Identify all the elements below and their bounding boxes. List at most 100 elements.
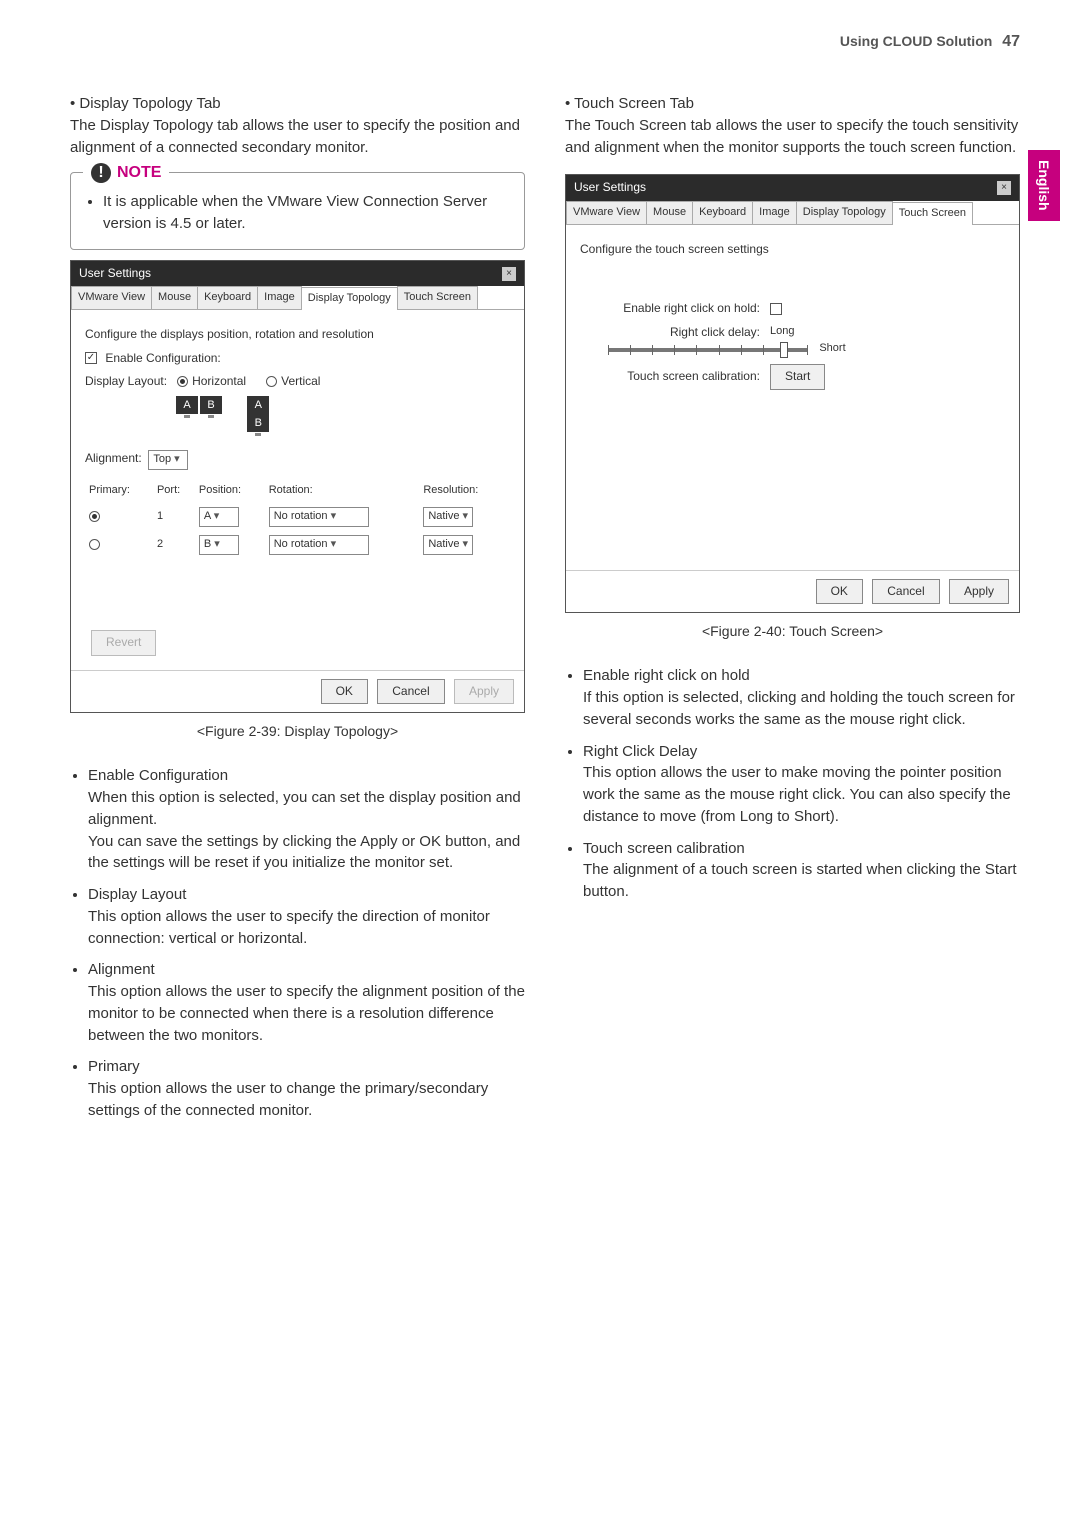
- display-topology-heading: Display Topology Tab: [70, 93, 525, 115]
- pt-enable-rclick-head: Enable right click on hold: [583, 667, 750, 684]
- horizontal-label: Horizontal: [192, 374, 246, 388]
- pt-enable-config-body1: When this option is selected, you can se…: [88, 789, 521, 828]
- enable-config-checkbox[interactable]: ✓: [85, 352, 97, 364]
- ok-button[interactable]: OK: [816, 579, 863, 604]
- touch-screen-intro: The Touch Screen tab allows the user to …: [565, 115, 1020, 159]
- touch-screen-heading: Touch Screen Tab: [565, 93, 1020, 115]
- dlg-instruction: Configure the touch screen settings: [580, 241, 1005, 258]
- monitor-b-icon: B: [200, 396, 222, 414]
- delay-short-label: Short: [819, 342, 845, 354]
- revert-button[interactable]: Revert: [91, 630, 156, 655]
- close-icon[interactable]: ×: [502, 267, 516, 281]
- port-2: 2: [155, 532, 195, 558]
- horizontal-radio[interactable]: [177, 376, 188, 387]
- start-button[interactable]: Start: [770, 364, 825, 389]
- pt-calibration-body: The alignment of a touch screen is start…: [583, 861, 1017, 900]
- pt-enable-config-body2: You can save the settings by clicking th…: [88, 833, 520, 872]
- rclick-delay-label: Right click delay:: [600, 324, 760, 341]
- monitor-a-icon: A: [176, 396, 198, 414]
- pt-rclick-delay-body: This option allows the user to make movi…: [583, 764, 1011, 825]
- th-primary: Primary:: [87, 480, 153, 502]
- tab-vmware-view[interactable]: VMware View: [71, 286, 152, 309]
- note-box: !NOTE It is applicable when the VMware V…: [70, 172, 525, 250]
- info-icon: !: [91, 163, 111, 183]
- pt-alignment-head: Alignment: [88, 961, 155, 978]
- pt-primary-head: Primary: [88, 1058, 140, 1075]
- tab-bar: VMware View Mouse Keyboard Image Display…: [566, 201, 1019, 225]
- apply-button[interactable]: Apply: [949, 579, 1009, 604]
- tab-mouse[interactable]: Mouse: [151, 286, 198, 309]
- calibration-label: Touch screen calibration:: [600, 368, 760, 385]
- page-header: Using CLOUD Solution 47: [70, 30, 1020, 53]
- position-select-1[interactable]: A: [199, 507, 239, 527]
- section-title: Using CLOUD Solution: [840, 33, 992, 49]
- vertical-radio[interactable]: [266, 376, 277, 387]
- pt-enable-rclick-body: If this option is selected, clicking and…: [583, 689, 1015, 728]
- tab-display-topology[interactable]: Display Topology: [301, 287, 398, 310]
- port-1: 1: [155, 504, 195, 530]
- resolution-select-2[interactable]: Native: [423, 535, 473, 555]
- close-icon[interactable]: ×: [997, 181, 1011, 195]
- resolution-select-1[interactable]: Native: [423, 507, 473, 527]
- right-column: Touch Screen Tab The Touch Screen tab al…: [565, 93, 1020, 1136]
- th-position: Position:: [197, 480, 265, 502]
- pt-primary-body: This option allows the user to change th…: [88, 1080, 488, 1119]
- cancel-button[interactable]: Cancel: [872, 579, 939, 604]
- tab-keyboard[interactable]: Keyboard: [692, 201, 753, 224]
- monitor-a-vert-icon: A: [247, 396, 269, 414]
- pt-display-layout-head: Display Layout: [88, 886, 186, 903]
- left-column: Display Topology Tab The Display Topolog…: [70, 93, 525, 1136]
- figure-caption-right: <Figure 2-40: Touch Screen>: [565, 621, 1020, 641]
- right-points-list: Enable right click on hold If this optio…: [565, 665, 1020, 903]
- tab-display-topology[interactable]: Display Topology: [796, 201, 893, 224]
- th-port: Port:: [155, 480, 195, 502]
- delay-long-label: Long: [770, 325, 794, 337]
- enable-rclick-checkbox[interactable]: [770, 303, 782, 315]
- tab-image[interactable]: Image: [257, 286, 302, 309]
- left-points-list: Enable Configuration When this option is…: [70, 765, 525, 1121]
- tab-touch-screen[interactable]: Touch Screen: [397, 286, 478, 309]
- tab-image[interactable]: Image: [752, 201, 797, 224]
- cancel-button[interactable]: Cancel: [377, 679, 444, 704]
- touch-screen-dialog: User Settings × VMware View Mouse Keyboa…: [565, 174, 1020, 613]
- monitor-b-vert-icon: B: [247, 414, 269, 432]
- pt-alignment-body: This option allows the user to specify t…: [88, 983, 525, 1044]
- dlg-instruction: Configure the displays position, rotatio…: [85, 326, 510, 343]
- tab-bar: VMware View Mouse Keyboard Image Display…: [71, 286, 524, 310]
- note-item: It is applicable when the VMware View Co…: [103, 191, 510, 235]
- tab-touch-screen[interactable]: Touch Screen: [892, 202, 973, 225]
- delay-slider[interactable]: [608, 348, 808, 352]
- rotation-select-1[interactable]: No rotation: [269, 507, 369, 527]
- display-topology-intro: The Display Topology tab allows the user…: [70, 115, 525, 159]
- primary-radio-2[interactable]: [89, 539, 100, 550]
- ok-button[interactable]: OK: [321, 679, 368, 704]
- display-topology-dialog: User Settings × VMware View Mouse Keyboa…: [70, 260, 525, 713]
- enable-config-label: Enable Configuration:: [105, 351, 220, 365]
- pt-rclick-delay-head: Right Click Delay: [583, 743, 697, 760]
- apply-button[interactable]: Apply: [454, 679, 514, 704]
- tab-mouse[interactable]: Mouse: [646, 201, 693, 224]
- language-tab: English: [1028, 150, 1060, 221]
- alignment-select[interactable]: Top: [148, 450, 188, 470]
- rotation-select-2[interactable]: No rotation: [269, 535, 369, 555]
- table-row: 2 B No rotation Native: [87, 532, 508, 558]
- th-resolution: Resolution:: [421, 480, 508, 502]
- display-table: Primary: Port: Position: Rotation: Resol…: [85, 478, 510, 560]
- pt-display-layout-body: This option allows the user to specify t…: [88, 908, 490, 947]
- dialog-title: User Settings: [79, 265, 151, 282]
- th-rotation: Rotation:: [267, 480, 420, 502]
- position-select-2[interactable]: B: [199, 535, 239, 555]
- figure-caption-left: <Figure 2-39: Display Topology>: [70, 721, 525, 741]
- page-number: 47: [1002, 33, 1020, 50]
- primary-radio-1[interactable]: [89, 511, 100, 522]
- tab-vmware-view[interactable]: VMware View: [566, 201, 647, 224]
- display-layout-label: Display Layout:: [85, 374, 167, 388]
- enable-rclick-label: Enable right click on hold:: [600, 300, 760, 317]
- pt-calibration-head: Touch screen calibration: [583, 840, 745, 857]
- alignment-label: Alignment:: [85, 451, 142, 465]
- tab-keyboard[interactable]: Keyboard: [197, 286, 258, 309]
- pt-enable-config-head: Enable Configuration: [88, 767, 228, 784]
- vertical-label: Vertical: [281, 374, 320, 388]
- dialog-title: User Settings: [574, 179, 646, 196]
- note-label: !NOTE: [83, 161, 169, 184]
